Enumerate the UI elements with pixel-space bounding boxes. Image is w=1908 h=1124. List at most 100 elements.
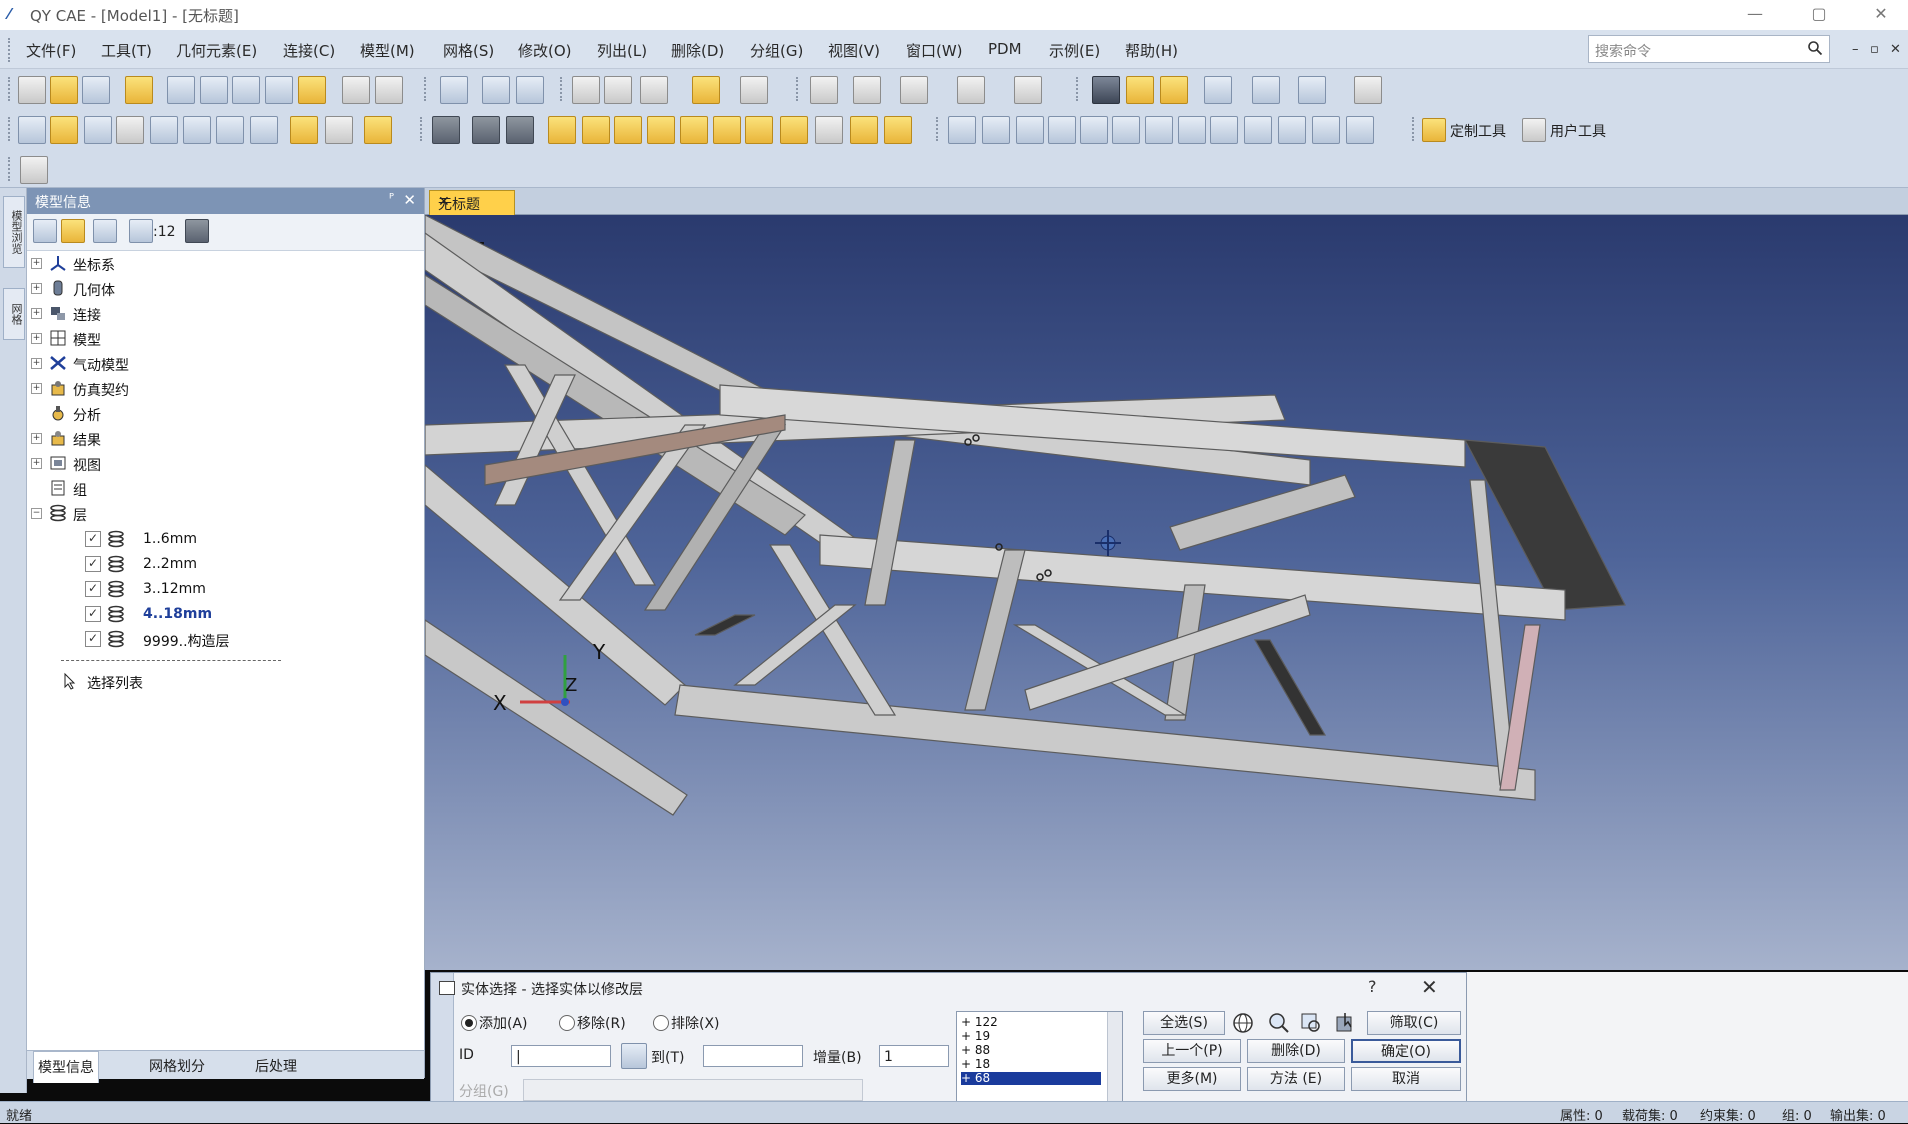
dialog-close-button[interactable]: ✕ (1421, 975, 1438, 999)
list-item[interactable]: + 18 (961, 1058, 1101, 1071)
command-search-input[interactable]: 搜索命令 (1588, 35, 1830, 63)
group-select[interactable] (523, 1079, 863, 1101)
brush-icon[interactable] (1126, 76, 1154, 104)
toolbar-grip[interactable] (1412, 117, 1418, 141)
stack-icon[interactable] (298, 76, 326, 104)
menu-help[interactable]: 帮助(H) (1125, 40, 1178, 61)
model-tool-icon[interactable] (150, 116, 178, 144)
toolbar-grip[interactable] (796, 77, 802, 101)
layer-visibility-checkbox[interactable]: ✓ (85, 631, 101, 647)
expand-icon[interactable]: + (31, 258, 42, 269)
radio-add[interactable] (461, 1015, 477, 1031)
split-panel-icon[interactable] (1112, 116, 1140, 144)
align-center-icon[interactable] (982, 116, 1010, 144)
export-icon[interactable] (200, 76, 228, 104)
toolbar-grip[interactable] (8, 38, 14, 62)
close-tab-icon[interactable]: ✕ (438, 194, 509, 210)
circle-tool-icon[interactable] (957, 76, 985, 104)
add-entity-icon[interactable] (1014, 76, 1042, 104)
split-tool-icon[interactable] (780, 116, 808, 144)
window-tool-icon[interactable] (216, 116, 244, 144)
results-tool-icon[interactable] (183, 116, 211, 144)
collapse-icon[interactable]: − (31, 508, 42, 519)
more-button[interactable]: 更多(M) (1143, 1067, 1241, 1091)
note-tool-icon[interactable] (20, 156, 48, 184)
expand-icon[interactable]: + (31, 433, 42, 444)
table-icon[interactable] (232, 76, 260, 104)
custom-tools-icon[interactable] (1422, 118, 1446, 142)
3d-viewport[interactable]: V: 1 (425, 215, 1908, 970)
document-tab[interactable]: 无标题 ✕ (429, 190, 515, 215)
menu-tools[interactable]: 工具(T) (101, 40, 152, 61)
panel-icon[interactable] (1080, 116, 1108, 144)
increment-input[interactable]: 1 (879, 1045, 949, 1067)
render-icon[interactable] (1092, 76, 1120, 104)
menu-pdm[interactable]: PDM (988, 40, 1022, 58)
custom-tools-button[interactable]: 定制工具 (1450, 121, 1506, 141)
expand-icon[interactable]: + (31, 458, 42, 469)
menu-examples[interactable]: 示例(E) (1049, 40, 1100, 61)
print-icon[interactable] (375, 76, 403, 104)
layer-visibility-checkbox[interactable]: ✓ (85, 581, 101, 597)
menu-connection[interactable]: 连接(C) (283, 40, 335, 61)
transform-icon[interactable] (740, 76, 768, 104)
align-left-icon[interactable] (948, 116, 976, 144)
align-right-icon[interactable] (1016, 116, 1044, 144)
element-tool-icon[interactable] (84, 116, 112, 144)
import-icon[interactable] (167, 76, 195, 104)
select-all-button[interactable]: 全选(S) (1143, 1011, 1225, 1035)
expand-icon[interactable]: + (31, 333, 42, 344)
toolbar-grip[interactable] (560, 77, 566, 101)
save-icon[interactable] (82, 76, 110, 104)
data-table-icon[interactable] (265, 76, 293, 104)
layer-visibility-checkbox[interactable]: ✓ (85, 556, 101, 572)
rotate-icon[interactable] (516, 76, 544, 104)
mdi-minimize-button[interactable]: – (1852, 42, 1859, 57)
grid-icon[interactable] (1048, 116, 1076, 144)
mdi-restore-button[interactable]: ▫ (1870, 42, 1879, 57)
menu-mesh[interactable]: 网格(S) (443, 40, 494, 61)
toolbar-grip[interactable] (1076, 77, 1082, 101)
menu-delete[interactable]: 删除(D) (671, 40, 724, 61)
measure-icon[interactable] (810, 76, 838, 104)
model-browser-tab[interactable]: 模型浏览 (3, 196, 25, 268)
load-tool-icon[interactable] (290, 116, 318, 144)
new-file-icon[interactable] (18, 76, 46, 104)
clear-button[interactable]: 删除(D) (1247, 1039, 1345, 1063)
link-tool-icon[interactable] (506, 116, 534, 144)
previous-button[interactable]: 上一个(P) (1143, 1039, 1241, 1063)
radio-exclude[interactable] (653, 1015, 669, 1031)
cascade-icon[interactable] (1178, 116, 1206, 144)
wrench-icon[interactable] (125, 76, 153, 104)
stop-icon[interactable] (1354, 76, 1382, 104)
menu-group[interactable]: 分组(G) (750, 40, 803, 61)
toolbar-grip[interactable] (420, 117, 426, 141)
mdi-close-button[interactable]: ✕ (1890, 42, 1901, 57)
geometry-tool-icon[interactable] (18, 116, 46, 144)
pick-mode-icon[interactable] (1333, 1011, 1357, 1035)
assign-tool-icon[interactable] (472, 116, 500, 144)
expand-icon[interactable]: + (31, 308, 42, 319)
cursor-tool-icon[interactable] (325, 116, 353, 144)
ok-button[interactable]: 确定(O) (1351, 1039, 1461, 1063)
close-window-button[interactable]: ✕ (1866, 2, 1896, 26)
solid-tool-icon[interactable] (680, 116, 708, 144)
tree-expand-icon[interactable] (61, 219, 85, 243)
section-icon[interactable] (1298, 76, 1326, 104)
zoom-window-icon[interactable] (482, 76, 510, 104)
layer-visibility-checkbox[interactable]: ✓ (85, 606, 101, 622)
views-icon[interactable] (604, 76, 632, 104)
offset-tool-icon[interactable] (745, 116, 773, 144)
tab-meshing[interactable]: 网格划分 (149, 1056, 205, 1076)
copy-view-icon[interactable] (1210, 116, 1238, 144)
menu-list[interactable]: 列出(L) (597, 40, 647, 61)
pan-icon[interactable] (440, 76, 468, 104)
to-input[interactable] (703, 1045, 803, 1067)
probe-icon[interactable] (853, 76, 881, 104)
menu-window[interactable]: 窗口(W) (906, 40, 963, 61)
beam-tool-icon[interactable] (647, 116, 675, 144)
link-view-icon[interactable] (1244, 116, 1272, 144)
mark-tool-icon[interactable] (364, 116, 392, 144)
toolbar-grip[interactable] (936, 117, 942, 141)
globe-icon[interactable] (1231, 1011, 1255, 1035)
